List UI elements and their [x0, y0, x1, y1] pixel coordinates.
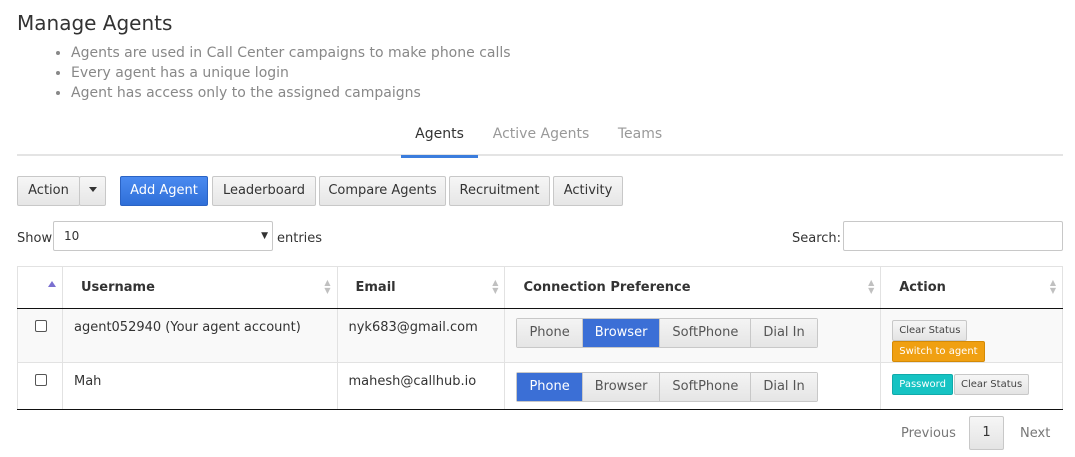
entries-select[interactable]: 10 ▼ [53, 221, 273, 251]
tab-bar: Agents Active Agents Teams [17, 118, 1063, 158]
page-title: Manage Agents [17, 11, 173, 35]
pref-dialin-button[interactable]: Dial In [750, 319, 817, 347]
search-input[interactable] [843, 221, 1063, 251]
caret-down-icon: ▼ [261, 231, 268, 241]
connection-pref-group: Phone Browser SoftPhone Dial In [516, 372, 818, 402]
leaderboard-button[interactable]: Leaderboard [212, 176, 316, 206]
tab-teams[interactable]: Teams [611, 118, 669, 156]
pref-browser-button[interactable]: Browser [581, 373, 660, 401]
pref-softphone-button[interactable]: SoftPhone [659, 373, 751, 401]
info-item: Every agent has a unique login [71, 63, 511, 83]
table-row: agent052940 (Your agent account) nyk683@… [17, 308, 1063, 363]
table-row: Mah mahesh@callhub.io Phone Browser Soft… [17, 362, 1063, 410]
column-header-email[interactable]: Email ▲ ▼ [336, 266, 506, 309]
clear-status-button[interactable]: Clear Status [953, 374, 1030, 395]
sort-icon: ▲ ▼ [324, 278, 331, 295]
email-cell: mahesh@callhub.io [336, 362, 506, 410]
action-button[interactable]: Action [17, 176, 80, 206]
show-label: Show [17, 231, 53, 246]
email-cell: nyk683@gmail.com [336, 308, 506, 363]
recruitment-button[interactable]: Recruitment [449, 176, 550, 206]
compare-agents-button[interactable]: Compare Agents [319, 176, 446, 206]
activity-button[interactable]: Activity [553, 176, 623, 206]
entries-value: 10 [64, 229, 80, 243]
clear-status-button[interactable]: Clear Status [892, 320, 968, 341]
sort-icon: ▲ ▼ [492, 278, 499, 295]
search-label: Search: [792, 231, 842, 246]
connection-pref-group: Phone Browser SoftPhone Dial In [516, 318, 818, 348]
username-cell: agent052940 (Your agent account) [61, 308, 338, 363]
pagination-page-1[interactable]: 1 [969, 416, 1004, 450]
switch-to-agent-button[interactable]: Switch to agent [892, 341, 985, 362]
sort-icon: ▲ ▼ [868, 278, 875, 295]
column-header-action[interactable]: Action ▲ ▼ [880, 266, 1063, 309]
pref-softphone-button[interactable]: SoftPhone [659, 319, 751, 347]
agents-table: Username ▲ ▼ Email ▲ ▼ Connection Preference… [17, 266, 1063, 410]
pagination-previous[interactable]: Previous [901, 426, 956, 441]
row-checkbox[interactable] [35, 320, 47, 332]
row-checkbox[interactable] [35, 374, 47, 386]
tab-active-agents[interactable]: Active Agents [491, 118, 591, 156]
column-header-username[interactable]: Username ▲ ▼ [61, 266, 338, 309]
action-dropdown-toggle[interactable] [79, 176, 106, 206]
password-button[interactable]: Password [892, 374, 953, 395]
info-item: Agents are used in Call Center campaigns… [71, 43, 511, 63]
sort-asc-icon [48, 281, 56, 287]
add-agent-button[interactable]: Add Agent [120, 176, 208, 206]
pref-dialin-button[interactable]: Dial In [750, 373, 817, 401]
info-item: Agent has access only to the assigned ca… [71, 83, 511, 103]
chevron-down-icon [88, 186, 97, 192]
info-list: Agents are used in Call Center campaigns… [52, 43, 511, 103]
pagination-next[interactable]: Next [1020, 426, 1050, 441]
username-cell: Mah [61, 362, 338, 410]
column-header-connection[interactable]: Connection Preference ▲ ▼ [504, 266, 882, 309]
pref-phone-button[interactable]: Phone [517, 373, 582, 401]
entries-label: entries [277, 231, 323, 246]
sort-icon: ▲ ▼ [1049, 278, 1056, 295]
select-all-header[interactable] [17, 266, 63, 309]
tab-agents[interactable]: Agents [401, 118, 478, 158]
pref-phone-button[interactable]: Phone [517, 319, 582, 347]
pref-browser-button[interactable]: Browser [581, 319, 660, 347]
